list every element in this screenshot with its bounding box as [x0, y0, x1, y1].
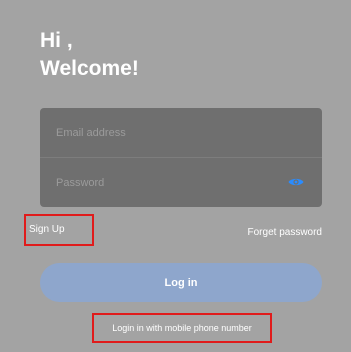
greeting-hi: Hi ,	[40, 29, 73, 52]
welcome-greeting: Hi , Welcome!	[40, 27, 139, 83]
login-form-card	[40, 108, 322, 207]
password-input[interactable]	[56, 158, 286, 207]
email-input[interactable]	[56, 108, 286, 157]
greeting-welcome: Welcome!	[40, 57, 139, 80]
forgot-password-link[interactable]: Forget password	[248, 227, 322, 238]
password-field-row	[40, 158, 322, 207]
eye-icon[interactable]	[288, 177, 304, 187]
sign-up-link[interactable]: Sign Up	[24, 214, 94, 246]
mobile-login-link[interactable]: Login in with mobile phone number	[92, 313, 272, 343]
login-button[interactable]: Log in	[40, 263, 322, 302]
email-field-row	[40, 108, 322, 157]
